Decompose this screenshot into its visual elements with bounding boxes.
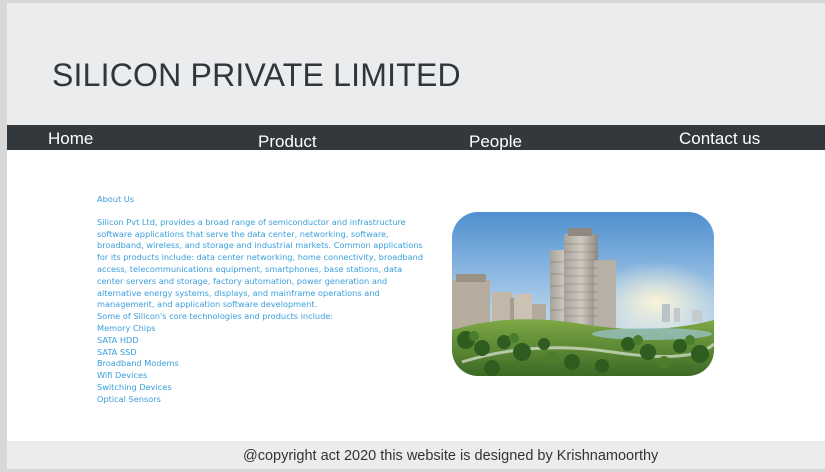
nav-contact-link[interactable]: Contact us bbox=[679, 129, 760, 149]
technologies-list: Memory Chips SATA HDD SATA SSD Broadband… bbox=[97, 323, 427, 406]
main-navbar: Home Product People Contact us bbox=[7, 125, 825, 152]
nav-product-link[interactable]: Product bbox=[258, 132, 317, 152]
technology-item: Switching Devices bbox=[97, 381, 172, 392]
technologies-intro: Some of Silicon's core technologies and … bbox=[97, 311, 334, 322]
technology-item: SATA HDD bbox=[97, 334, 139, 345]
site-header: SILICON PRIVATE LIMITED bbox=[7, 3, 825, 125]
copyright-text: @copyright act 2020 this website is desi… bbox=[243, 448, 659, 464]
technology-item: Memory Chips bbox=[97, 322, 156, 333]
about-description: Silicon Pvt Ltd, provides a broad range … bbox=[97, 216, 424, 310]
technology-item: SATA SSD bbox=[97, 346, 137, 357]
about-section: About Us Silicon Pvt Ltd, provides a bro… bbox=[97, 194, 427, 406]
nav-home-link[interactable]: Home bbox=[48, 129, 93, 149]
technology-item: Wifi Devices bbox=[97, 370, 148, 381]
building-illustration bbox=[452, 212, 714, 376]
technology-item: Optical Sensors bbox=[97, 393, 161, 404]
about-title: About Us bbox=[97, 194, 135, 204]
technology-item: Broadband Modems bbox=[97, 358, 179, 369]
nav-people-link[interactable]: People bbox=[469, 132, 522, 152]
site-footer: @copyright act 2020 this website is desi… bbox=[7, 441, 825, 469]
building-photo bbox=[452, 212, 714, 376]
site-title: SILICON PRIVATE LIMITED bbox=[52, 57, 461, 93]
